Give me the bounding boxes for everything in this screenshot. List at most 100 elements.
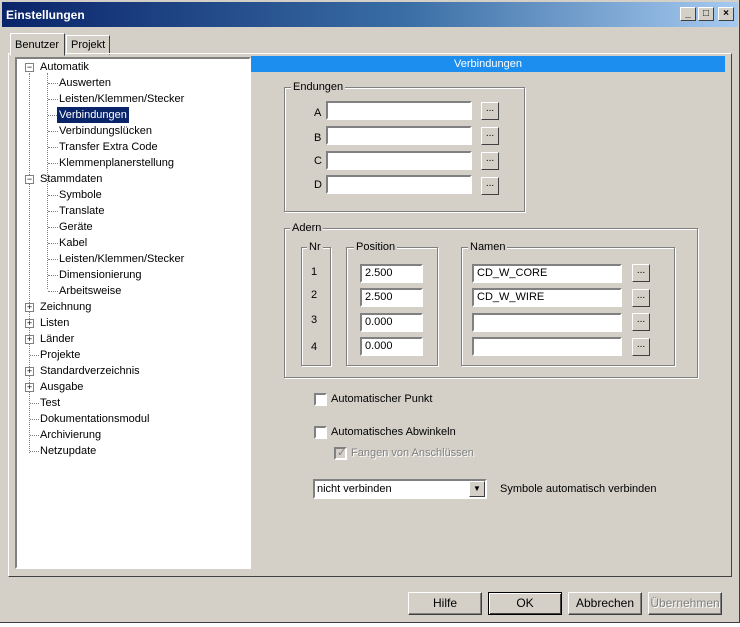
tree-item-symbole[interactable]: Symbole	[59, 187, 102, 203]
expand-icon[interactable]: +	[25, 367, 34, 376]
endung-b-input[interactable]	[326, 126, 472, 145]
tree-connector	[48, 83, 58, 84]
tree-item-dokumentationsmodul[interactable]: Dokumentationsmodul	[40, 411, 149, 427]
fangen-checkbox[interactable]: ✓	[334, 447, 347, 460]
tree-item-zeichnung[interactable]: Zeichnung	[40, 299, 91, 315]
fangen-label: Fangen von Anschlüssen	[351, 447, 474, 459]
ader-4-browse-button[interactable]: ...	[632, 338, 650, 356]
window-controls: _ □ ×	[680, 7, 734, 21]
ok-button[interactable]: OK	[488, 592, 562, 615]
tree-item-test[interactable]: Test	[40, 395, 60, 411]
tree-connector	[48, 163, 58, 164]
tree-connector	[48, 211, 58, 212]
help-button[interactable]: Hilfe	[408, 592, 482, 615]
auto-punkt-checkbox[interactable]	[314, 393, 327, 406]
tree-connector	[48, 275, 58, 276]
tree-item-leisten-klemmen-stecker-stamm[interactable]: Leisten/Klemmen/Stecker	[59, 251, 184, 267]
endung-c-browse-button[interactable]: ...	[481, 152, 499, 170]
tab-projekt[interactable]: Projekt	[66, 35, 110, 55]
tree-item-dimensionierung[interactable]: Dimensionierung	[59, 267, 142, 283]
nr-column-label: Nr	[307, 241, 323, 253]
tree-connector	[48, 147, 58, 148]
tree-item-verbindungsluecken[interactable]: Verbindungslücken	[59, 123, 152, 139]
tree-item-translate[interactable]: Translate	[59, 203, 104, 219]
endung-b-browse-button[interactable]: ...	[481, 127, 499, 145]
ader-4-name-input[interactable]	[472, 337, 622, 356]
tree-connector	[48, 243, 58, 244]
tree-item-listen[interactable]: Listen	[40, 315, 69, 331]
tree-connector	[48, 195, 58, 196]
minimize-button[interactable]: _	[680, 7, 696, 21]
tree-item-auswerten[interactable]: Auswerten	[59, 75, 111, 91]
tree-item-archivierung[interactable]: Archivierung	[40, 427, 101, 443]
ader-1-nr: 1	[311, 266, 318, 278]
ader-4-position-input[interactable]: 0.000	[360, 337, 423, 356]
endung-a-input[interactable]	[326, 101, 472, 120]
endung-c-input[interactable]	[326, 151, 472, 170]
tree-item-laender[interactable]: Länder	[40, 331, 74, 347]
tree-connector	[29, 73, 30, 453]
ader-1-name-input[interactable]: CD_W_CORE	[472, 264, 622, 283]
auto-punkt-label: Automatischer Punkt	[331, 393, 433, 405]
tree-connector	[48, 99, 58, 100]
ader-3-position-input[interactable]: 0.000	[360, 313, 423, 332]
tree-item-leisten-klemmen-stecker[interactable]: Leisten/Klemmen/Stecker	[59, 91, 184, 107]
tree-item-ausgabe[interactable]: Ausgabe	[40, 379, 83, 395]
tree-connector	[30, 451, 39, 452]
adern-group-label: Adern	[290, 222, 324, 234]
tree-item-arbeitsweise[interactable]: Arbeitsweise	[59, 283, 121, 299]
tree-connector	[48, 259, 58, 260]
endung-b-label: B	[314, 132, 322, 144]
ader-2-browse-button[interactable]: ...	[632, 289, 650, 307]
tab-label: Benutzer	[15, 38, 60, 51]
endungen-group-label: Endungen	[291, 81, 346, 93]
auto-abwinkeln-checkbox[interactable]	[314, 426, 327, 439]
expand-icon[interactable]: +	[25, 303, 34, 312]
endung-d-browse-button[interactable]: ...	[481, 177, 499, 195]
maximize-button[interactable]: □	[698, 7, 714, 21]
close-button[interactable]: ×	[718, 7, 734, 21]
endung-d-input[interactable]	[326, 175, 472, 194]
ader-3-name-input[interactable]	[472, 313, 622, 332]
section-header: Verbindungen	[251, 56, 725, 72]
collapse-icon[interactable]: −	[25, 175, 34, 184]
tree-item-kabel[interactable]: Kabel	[59, 235, 87, 251]
tree-connector	[48, 291, 58, 292]
expand-icon[interactable]: +	[25, 319, 34, 328]
tree-connector	[48, 227, 58, 228]
apply-button[interactable]: Übernehmen	[648, 592, 722, 615]
ader-3-browse-button[interactable]: ...	[632, 313, 650, 331]
ader-2-nr: 2	[311, 289, 318, 301]
settings-tree[interactable]: − Automatik Auswerten Leisten/Klemmen/St…	[15, 57, 251, 569]
dropdown-arrow-icon[interactable]: ▼	[469, 481, 485, 497]
cancel-button[interactable]: Abbrechen	[568, 592, 642, 615]
ader-1-browse-button[interactable]: ...	[632, 264, 650, 282]
tree-item-klemmenplanerstellung[interactable]: Klemmenplanerstellung	[59, 155, 174, 171]
namen-column-label: Namen	[468, 241, 508, 253]
tree-connector	[30, 355, 39, 356]
tree-item-standardverzeichnis[interactable]: Standardverzeichnis	[40, 363, 140, 379]
expand-icon[interactable]: +	[25, 383, 34, 392]
ader-1-position-input[interactable]: 2.500	[360, 264, 423, 283]
tree-connector	[30, 435, 39, 436]
expand-icon[interactable]: +	[25, 335, 34, 344]
endung-d-label: D	[314, 179, 322, 191]
title-bar[interactable]: Einstellungen _ □ ×	[2, 2, 738, 27]
ader-4-nr: 4	[311, 341, 318, 353]
ader-2-position-input[interactable]: 2.500	[360, 288, 423, 307]
tree-item-automatik[interactable]: Automatik	[40, 59, 89, 75]
endung-a-label: A	[314, 107, 322, 119]
tree-item-netzupdate[interactable]: Netzupdate	[40, 443, 96, 459]
check-icon: ✓	[337, 447, 347, 459]
tree-item-verbindungen[interactable]: Verbindungen	[57, 107, 129, 123]
tree-item-stammdaten[interactable]: Stammdaten	[40, 171, 102, 187]
tree-item-transfer-extra-code[interactable]: Transfer Extra Code	[59, 139, 158, 155]
tree-item-geraete[interactable]: Geräte	[59, 219, 93, 235]
endung-a-browse-button[interactable]: ...	[481, 102, 499, 120]
auto-abwinkeln-label: Automatisches Abwinkeln	[331, 426, 456, 438]
ader-2-name-input[interactable]: CD_W_WIRE	[472, 288, 622, 307]
verbinden-select[interactable]: nicht verbinden ▼	[313, 479, 487, 499]
tab-benutzer[interactable]: Benutzer	[10, 33, 65, 56]
tree-item-projekte[interactable]: Projekte	[40, 347, 80, 363]
collapse-icon[interactable]: −	[25, 63, 34, 72]
